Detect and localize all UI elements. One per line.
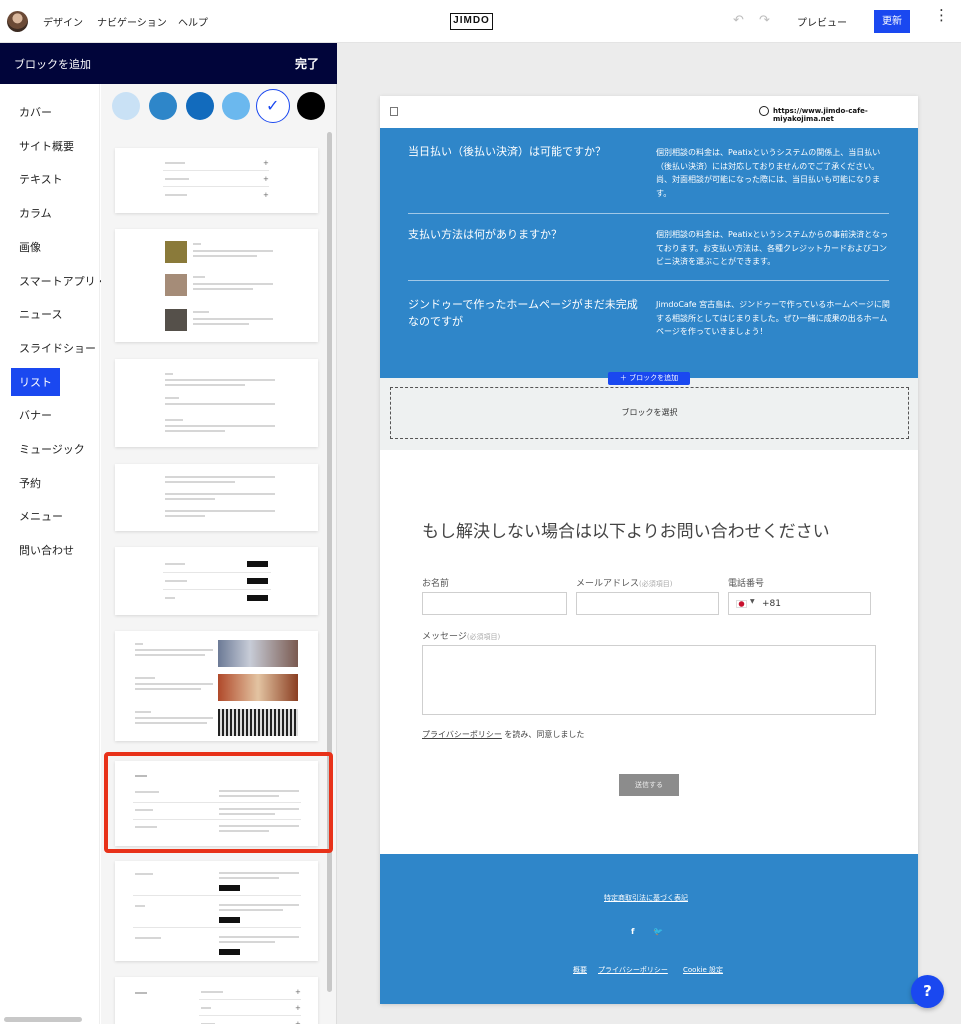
message-textarea[interactable]: [422, 645, 876, 715]
category-list: カバー サイト概要 テキスト カラム 画像 スマートアプリ・ ニュース スライド…: [0, 84, 107, 1024]
add-block-button[interactable]: ＋ ブロックを追加: [608, 372, 690, 385]
page-icon[interactable]: [390, 107, 398, 116]
nav-design[interactable]: デザイン: [43, 14, 83, 29]
japan-flag-icon[interactable]: [736, 600, 747, 608]
category-text[interactable]: テキスト: [19, 171, 63, 187]
block-template-list-9[interactable]: + + +: [115, 977, 318, 1024]
user-avatar[interactable]: [7, 11, 28, 32]
redo-icon[interactable]: ↷: [759, 13, 770, 28]
color-swatch-white-selected[interactable]: ✓: [256, 89, 290, 123]
horizontal-scrollbar[interactable]: [4, 1017, 82, 1022]
category-list[interactable]: リスト: [11, 368, 60, 396]
category-site-overview[interactable]: サイト概要: [19, 138, 74, 154]
color-swatch-light-blue[interactable]: [112, 92, 140, 120]
footer-cookie-link[interactable]: Cookie 設定: [683, 965, 723, 975]
facebook-icon[interactable]: f: [631, 927, 634, 936]
chevron-down-icon[interactable]: ▼: [750, 598, 755, 605]
legal-notice-link[interactable]: 特定商取引法に基づく表記: [604, 893, 688, 903]
email-label: メールアドレス(必須項目): [576, 579, 673, 589]
category-news[interactable]: ニュース: [19, 306, 62, 322]
block-template-list-1[interactable]: + + +: [115, 148, 318, 213]
vertical-scrollbar[interactable]: [327, 132, 332, 992]
name-input[interactable]: [422, 592, 567, 615]
footer-about-link[interactable]: 概要: [573, 965, 587, 975]
site-footer: 特定商取引法に基づく表記 f 🐦 概要 プライバシーポリシー Cookie 設定: [380, 854, 918, 1004]
faq-question-1: 当日払い（後払い決済）は可能ですか？: [408, 145, 606, 158]
preview-button[interactable]: プレビュー: [797, 14, 847, 29]
category-cover[interactable]: カバー: [19, 104, 52, 120]
faq-question-2: 支払い方法は何がありますか？: [408, 228, 562, 241]
privacy-policy-link[interactable]: プライバシーポリシー: [422, 730, 502, 739]
category-column[interactable]: カラム: [19, 205, 52, 221]
color-swatch-dark-blue[interactable]: [186, 92, 214, 120]
block-template-list-6[interactable]: [115, 631, 318, 741]
check-icon: ✓: [266, 96, 280, 115]
highlight-annotation: [104, 752, 333, 853]
block-template-list-2[interactable]: [115, 229, 318, 342]
jimdo-logo: JIMDO: [450, 13, 493, 30]
faq-section[interactable]: 当日払い（後払い決済）は可能ですか？ 個別相談の料金は、Peatixというシステ…: [380, 128, 918, 378]
site-preview-canvas: https://www.jimdo-cafe-miyakojima.net 当日…: [380, 96, 918, 1004]
add-block-panel-header: ブロックを追加 完了: [0, 43, 337, 84]
block-template-list-3[interactable]: [115, 359, 318, 447]
category-menu[interactable]: メニュー: [19, 508, 63, 524]
block-template-list-4[interactable]: [115, 464, 318, 531]
phone-input[interactable]: ▼ +81: [728, 592, 871, 615]
block-select-zone: ブロックを選択: [380, 378, 918, 450]
nav-help[interactable]: ヘルプ: [178, 14, 208, 29]
help-button[interactable]: ?: [911, 975, 944, 1008]
block-template-list-8[interactable]: [115, 861, 318, 961]
required-note: (必須項目): [466, 633, 501, 641]
site-header-bar: https://www.jimdo-cafe-miyakojima.net: [380, 96, 918, 128]
more-menu-icon[interactable]: ⋮: [934, 8, 949, 23]
panel-title: ブロックを追加: [14, 58, 91, 71]
category-slideshow[interactable]: スライドショー: [19, 340, 96, 356]
required-note: (必須項目): [639, 580, 673, 588]
faq-question-3: ジンドゥーで作ったホームページがまだ未完成なのですが: [408, 298, 638, 328]
update-button[interactable]: 更新: [874, 10, 910, 33]
nav-navigation[interactable]: ナビゲーション: [97, 14, 167, 29]
contact-title: もし解決しない場合は以下よりお問い合わせください: [422, 522, 830, 542]
category-smart-apps[interactable]: スマートアプリ・: [19, 273, 107, 289]
color-swatch-blue[interactable]: [149, 92, 177, 120]
undo-icon[interactable]: ↶: [733, 13, 744, 28]
phone-country-code: +81: [762, 599, 781, 609]
editor-topbar: デザイン ナビゲーション ヘルプ JIMDO ↶ ↷ プレビュー 更新 ⋮: [0, 0, 961, 43]
category-banner[interactable]: バナー: [19, 407, 52, 423]
footer-privacy-link[interactable]: プライバシーポリシー: [598, 965, 668, 975]
privacy-consent: プライバシーポリシー を読み、同意しました: [422, 730, 585, 739]
faq-answer-2: 個別相談の料金は、Peatixというシステムからの事前決済となっております。お支…: [656, 230, 888, 266]
name-label: お名前: [422, 579, 450, 589]
email-input[interactable]: [576, 592, 719, 615]
faq-divider: [408, 213, 889, 214]
globe-icon: [759, 106, 769, 116]
faq-answer-1: 個別相談の料金は、Peatixというシステムの関係上、当日払い（後払い決済）には…: [656, 148, 881, 198]
block-template-list-5[interactable]: [115, 547, 318, 615]
category-reservation[interactable]: 予約: [19, 475, 41, 491]
select-block-placeholder[interactable]: ブロックを選択: [390, 387, 909, 439]
color-swatch-black[interactable]: [297, 92, 325, 120]
category-music[interactable]: ミュージック: [19, 441, 85, 457]
send-button[interactable]: 送信する: [619, 774, 679, 796]
twitter-icon[interactable]: 🐦: [653, 927, 663, 936]
category-contact[interactable]: 問い合わせ: [19, 542, 74, 558]
faq-answer-3: JimdoCafe 宮古島は、ジンドゥーで作っているホームページに関する相談所と…: [656, 300, 890, 336]
done-button[interactable]: 完了: [295, 55, 319, 72]
phone-label: 電話番号: [728, 579, 765, 589]
category-image[interactable]: 画像: [19, 239, 41, 255]
faq-divider: [408, 280, 889, 281]
site-url: https://www.jimdo-cafe-miyakojima.net: [773, 107, 868, 123]
message-label: メッセージ(必須項目): [422, 632, 501, 642]
color-swatch-sky-blue[interactable]: [222, 92, 250, 120]
add-block-panel: カバー サイト概要 テキスト カラム 画像 スマートアプリ・ ニュース スライド…: [0, 84, 337, 1024]
block-thumbnail-list: ✓ + + + + + +: [4, 84, 336, 1024]
